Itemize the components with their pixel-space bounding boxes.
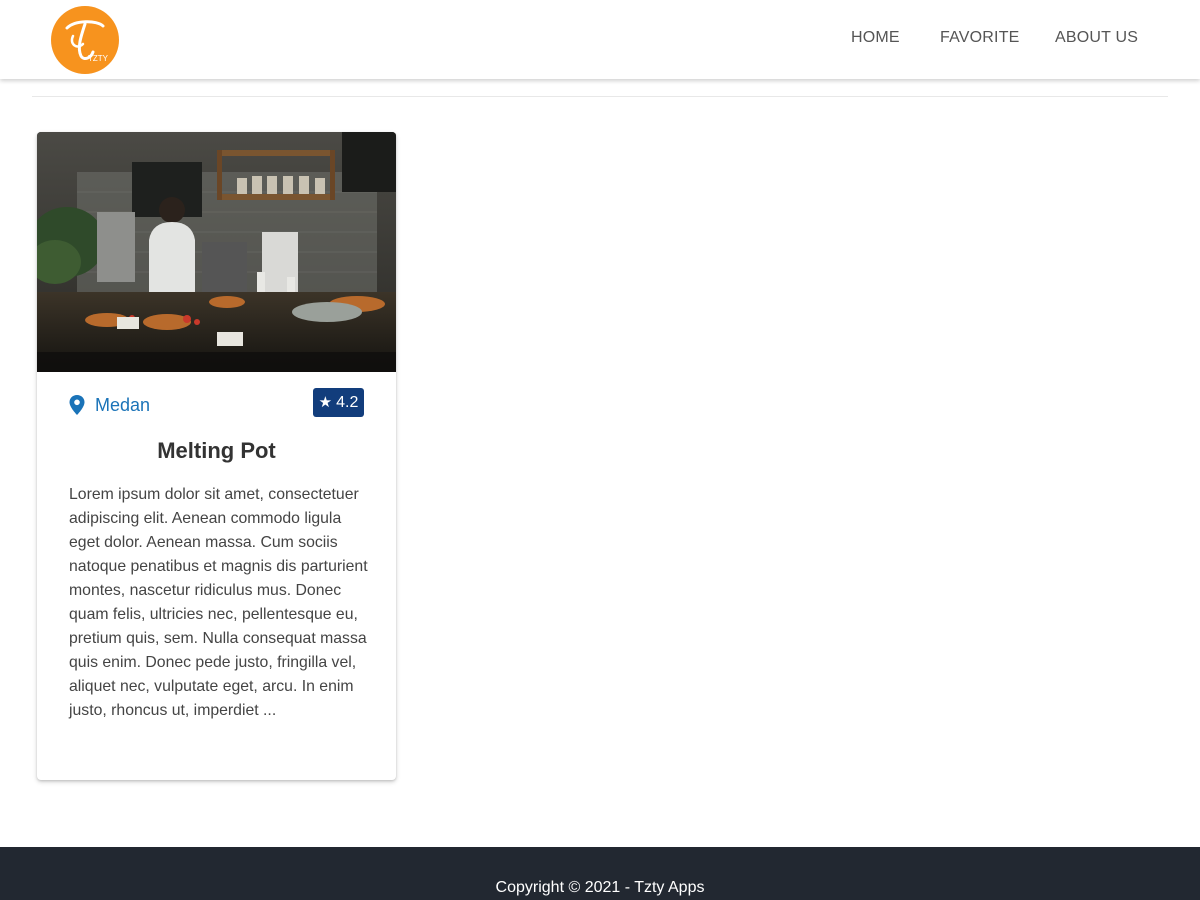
location-label: Medan <box>95 394 151 415</box>
top-navbar: TZTY HOME FAVORITE ABOUT US <box>0 0 1200 79</box>
rating-value: 4.2 <box>336 393 359 411</box>
restaurant-name[interactable]: Melting Pot <box>37 438 396 464</box>
logo-mark-icon: TZTY <box>65 20 109 63</box>
map-pin-icon <box>69 395 85 415</box>
brand-logo[interactable]: TZTY <box>51 6 119 74</box>
restaurant-description: Lorem ipsum dolor sit amet, consectetuer… <box>69 486 368 719</box>
logo-text: TZTY <box>88 54 109 63</box>
content-divider <box>32 96 1168 97</box>
nav-home-link[interactable]: HOME <box>851 29 900 47</box>
nav-favorite-link[interactable]: FAVORITE <box>940 29 1020 47</box>
star-icon: ★ <box>318 394 333 411</box>
page-footer: Copyright © 2021 - Tzty Apps <box>0 847 1200 900</box>
rating-badge: ★ 4.2 <box>313 388 364 417</box>
nav-about-us-link[interactable]: ABOUT US <box>1055 29 1138 47</box>
location-link[interactable]: Medan <box>69 394 150 416</box>
restaurant-card[interactable]: Medan ★ 4.2 Melting Pot Lorem ipsum dolo… <box>37 132 396 780</box>
restaurant-image <box>37 132 396 372</box>
copyright-text: Copyright © 2021 - Tzty Apps <box>495 879 705 896</box>
